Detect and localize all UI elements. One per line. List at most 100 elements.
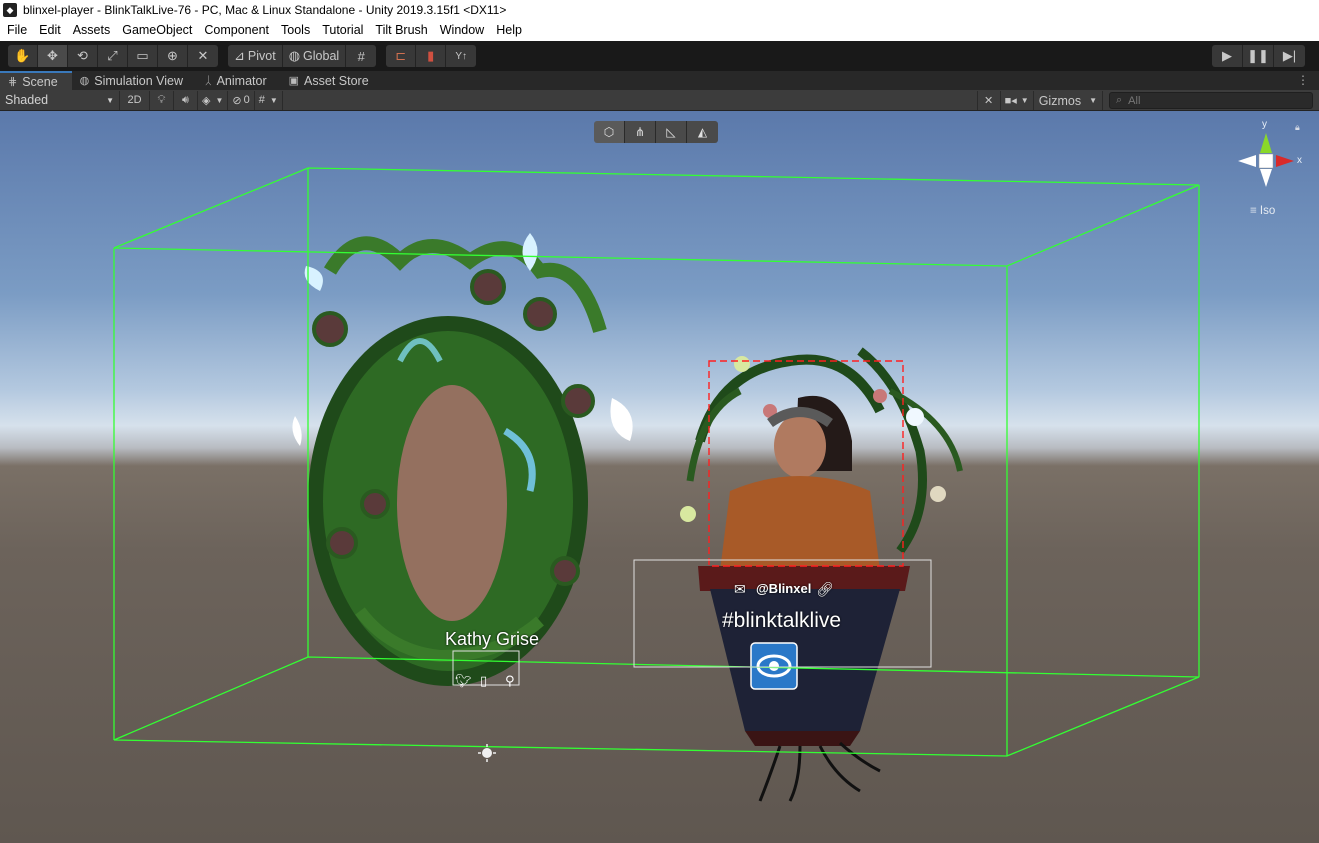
tab-asset-store[interactable]: ▣ Asset Store <box>281 71 383 90</box>
tools-icon: ✕ <box>197 48 209 63</box>
eye-slash-icon: ⊘ <box>232 94 242 107</box>
play-icon: ▶ <box>1222 48 1232 63</box>
scene-toolbar: Shaded ▼ 2D 💡︎ 🔊︎ ◈ ▼ ⊘ 0 # ▼ ✕ ■◂ ▼ Gizmos … <box>0 90 1319 111</box>
main-toolbar: ✋ ✥ ⟲ ⤢ ▭ ⊕ ✕ ⊿ Pivot ◍ Global # ⊏ ▮ Y↑ ▶ … <box>0 41 1319 71</box>
playback-controls: ▶ ❚❚ ▶| <box>1212 45 1305 67</box>
pause-button[interactable]: ❚❚ <box>1243 45 1274 67</box>
draw-tool-button[interactable]: ◺ <box>656 121 687 143</box>
step-button[interactable]: ▶| <box>1274 45 1305 67</box>
grid-snap-icon: # <box>357 48 365 64</box>
pivot-group: ⊿ Pivot ◍ Global # <box>228 45 377 67</box>
hand-tool-button[interactable]: ✋ <box>8 45 38 67</box>
draw-mode-dropdown[interactable]: Shaded ▼ <box>0 90 120 110</box>
custom-tool-button[interactable]: ✕ <box>188 45 218 67</box>
menu-component[interactable]: Component <box>198 20 275 41</box>
speaker-icon: 🔊︎ <box>182 93 189 106</box>
search-placeholder: All <box>1128 94 1141 107</box>
tab-scene-label: Scene <box>22 74 58 89</box>
scene-search-input[interactable]: ⌕ All <box>1109 92 1313 109</box>
rotate-tool-button[interactable]: ⟲ <box>68 45 98 67</box>
menu-bar: File Edit Assets GameObject Component To… <box>0 20 1319 41</box>
search-icon: ⌕ <box>1116 94 1123 106</box>
menu-edit[interactable]: Edit <box>33 20 67 41</box>
camera-dropdown[interactable]: ■◂ ▼ <box>1001 91 1034 110</box>
menu-tilt-brush[interactable]: Tilt Brush <box>369 20 433 41</box>
tool-a-button[interactable]: ⊏ <box>386 45 417 67</box>
tab-animator-label: Animator <box>216 73 267 88</box>
more-options-icon[interactable]: ⋮ <box>1297 73 1309 87</box>
hidden-objects-toggle[interactable]: ⊘ 0 <box>228 90 255 110</box>
play-button[interactable]: ▶ <box>1212 45 1243 67</box>
menu-window[interactable]: Window <box>434 20 490 41</box>
tab-animator[interactable]: ᛸ Animator <box>197 71 281 90</box>
plane-icon: ◭ <box>697 125 708 139</box>
2d-toggle-button[interactable]: 2D <box>120 90 150 110</box>
effects-dropdown[interactable]: ◈ ▼ <box>198 90 229 110</box>
lock-icon[interactable]: 🔒︎ <box>1295 122 1300 133</box>
tools-settings-button[interactable]: ✕ <box>976 91 1001 110</box>
axis-x-label: x <box>1297 155 1302 166</box>
chevron-down-icon: ▼ <box>215 95 224 105</box>
transform-icon: ⊕ <box>167 48 178 63</box>
lighting-toggle-button[interactable]: 💡︎ <box>150 90 174 110</box>
handle-label: @Blinxel <box>756 581 812 596</box>
move-tool-button[interactable]: ✥ <box>38 45 68 67</box>
gizmos-label: Gizmos <box>1038 93 1082 108</box>
menu-file[interactable]: File <box>0 20 33 41</box>
tool-c-button[interactable]: Y↑ <box>446 45 477 67</box>
menu-tools[interactable]: Tools <box>275 20 316 41</box>
scene-content: 🐦︎ ▯ ⚲ <box>113 133 1294 802</box>
yt-icon: Y↑ <box>455 50 468 62</box>
extra-tools: ⊏ ▮ Y↑ <box>386 45 477 67</box>
scale-tool-button[interactable]: ⤢ <box>98 45 128 67</box>
pivot-label: Pivot <box>247 49 276 63</box>
orientation-gizmo[interactable] <box>1238 133 1294 187</box>
pause-icon: ❚❚ <box>1247 48 1269 63</box>
menu-assets[interactable]: Assets <box>67 20 117 41</box>
projection-label: Iso <box>1259 205 1276 217</box>
projection-toggle[interactable]: ≡ Iso <box>1250 205 1275 217</box>
tool-b-button[interactable]: ▮ <box>416 45 447 67</box>
menu-help[interactable]: Help <box>490 20 528 41</box>
rotate-icon: ⟲ <box>77 48 88 63</box>
link-icon: ⚲ <box>505 674 515 689</box>
gizmos-dropdown[interactable]: Gizmos ▼ <box>1034 91 1103 110</box>
tab-simulation-view[interactable]: ◍ Simulation View <box>72 71 197 90</box>
snap-button[interactable]: # <box>346 45 377 67</box>
audio-toggle-button[interactable]: 🔊︎ <box>174 90 198 110</box>
grid-toggle-button[interactable]: # ▼ <box>255 90 283 110</box>
hidden-count: 0 <box>243 94 250 106</box>
pivot-button[interactable]: ⊿ Pivot <box>228 45 283 67</box>
tab-asset-store-label: Asset Store <box>304 73 369 88</box>
pivot-icon: ⊿ <box>234 48 245 63</box>
light-bulb-icon: 💡︎ <box>157 93 166 106</box>
draw-mode-label: Shaded <box>5 93 49 107</box>
nodes-icon: ⋔ <box>634 125 646 139</box>
link-icon: 🔗︎ <box>816 581 834 597</box>
menu-gameobject[interactable]: GameObject <box>116 20 198 41</box>
grid-icon: ⋕ <box>8 76 18 88</box>
chevron-down-icon: ▼ <box>269 95 278 105</box>
rect-tool-button[interactable]: ▭ <box>128 45 158 67</box>
hashtag-label: #blinktalklive <box>722 609 842 632</box>
name-label-left: Kathy Grise <box>445 629 540 649</box>
menu-tutorial[interactable]: Tutorial <box>316 20 369 41</box>
view-mode-buttons: ⬡ ⋔ ◺ ◭ <box>594 121 718 143</box>
mail-icon: ✉ <box>734 581 746 597</box>
cube-icon: ⬡ <box>603 125 615 139</box>
axis-y-label: y <box>1262 119 1267 130</box>
tab-scene[interactable]: ⋕ Scene <box>0 71 72 90</box>
plant-frame-left <box>292 233 633 686</box>
scale-icon: ⤢ <box>107 48 118 63</box>
global-button[interactable]: ◍ Global <box>282 45 347 67</box>
chevron-down-icon: ▼ <box>106 95 114 105</box>
2d-label: 2D <box>127 94 142 106</box>
pen-icon: ◺ <box>666 125 676 139</box>
scene-viewport[interactable]: 🐦︎ ▯ ⚲ Kathy Grise @Blinxel ✉ 🔗︎ #blinkt… <box>0 111 1319 843</box>
plane-view-button[interactable]: ◭ <box>687 121 718 143</box>
nodes-view-button[interactable]: ⋔ <box>625 121 656 143</box>
globe-icon: ◍ <box>79 75 90 87</box>
gizmos-area: ✕ ■◂ ▼ Gizmos ▼ ⌕ All <box>976 90 1319 111</box>
transform-tool-button[interactable]: ⊕ <box>158 45 188 67</box>
cube-view-button[interactable]: ⬡ <box>594 121 625 143</box>
